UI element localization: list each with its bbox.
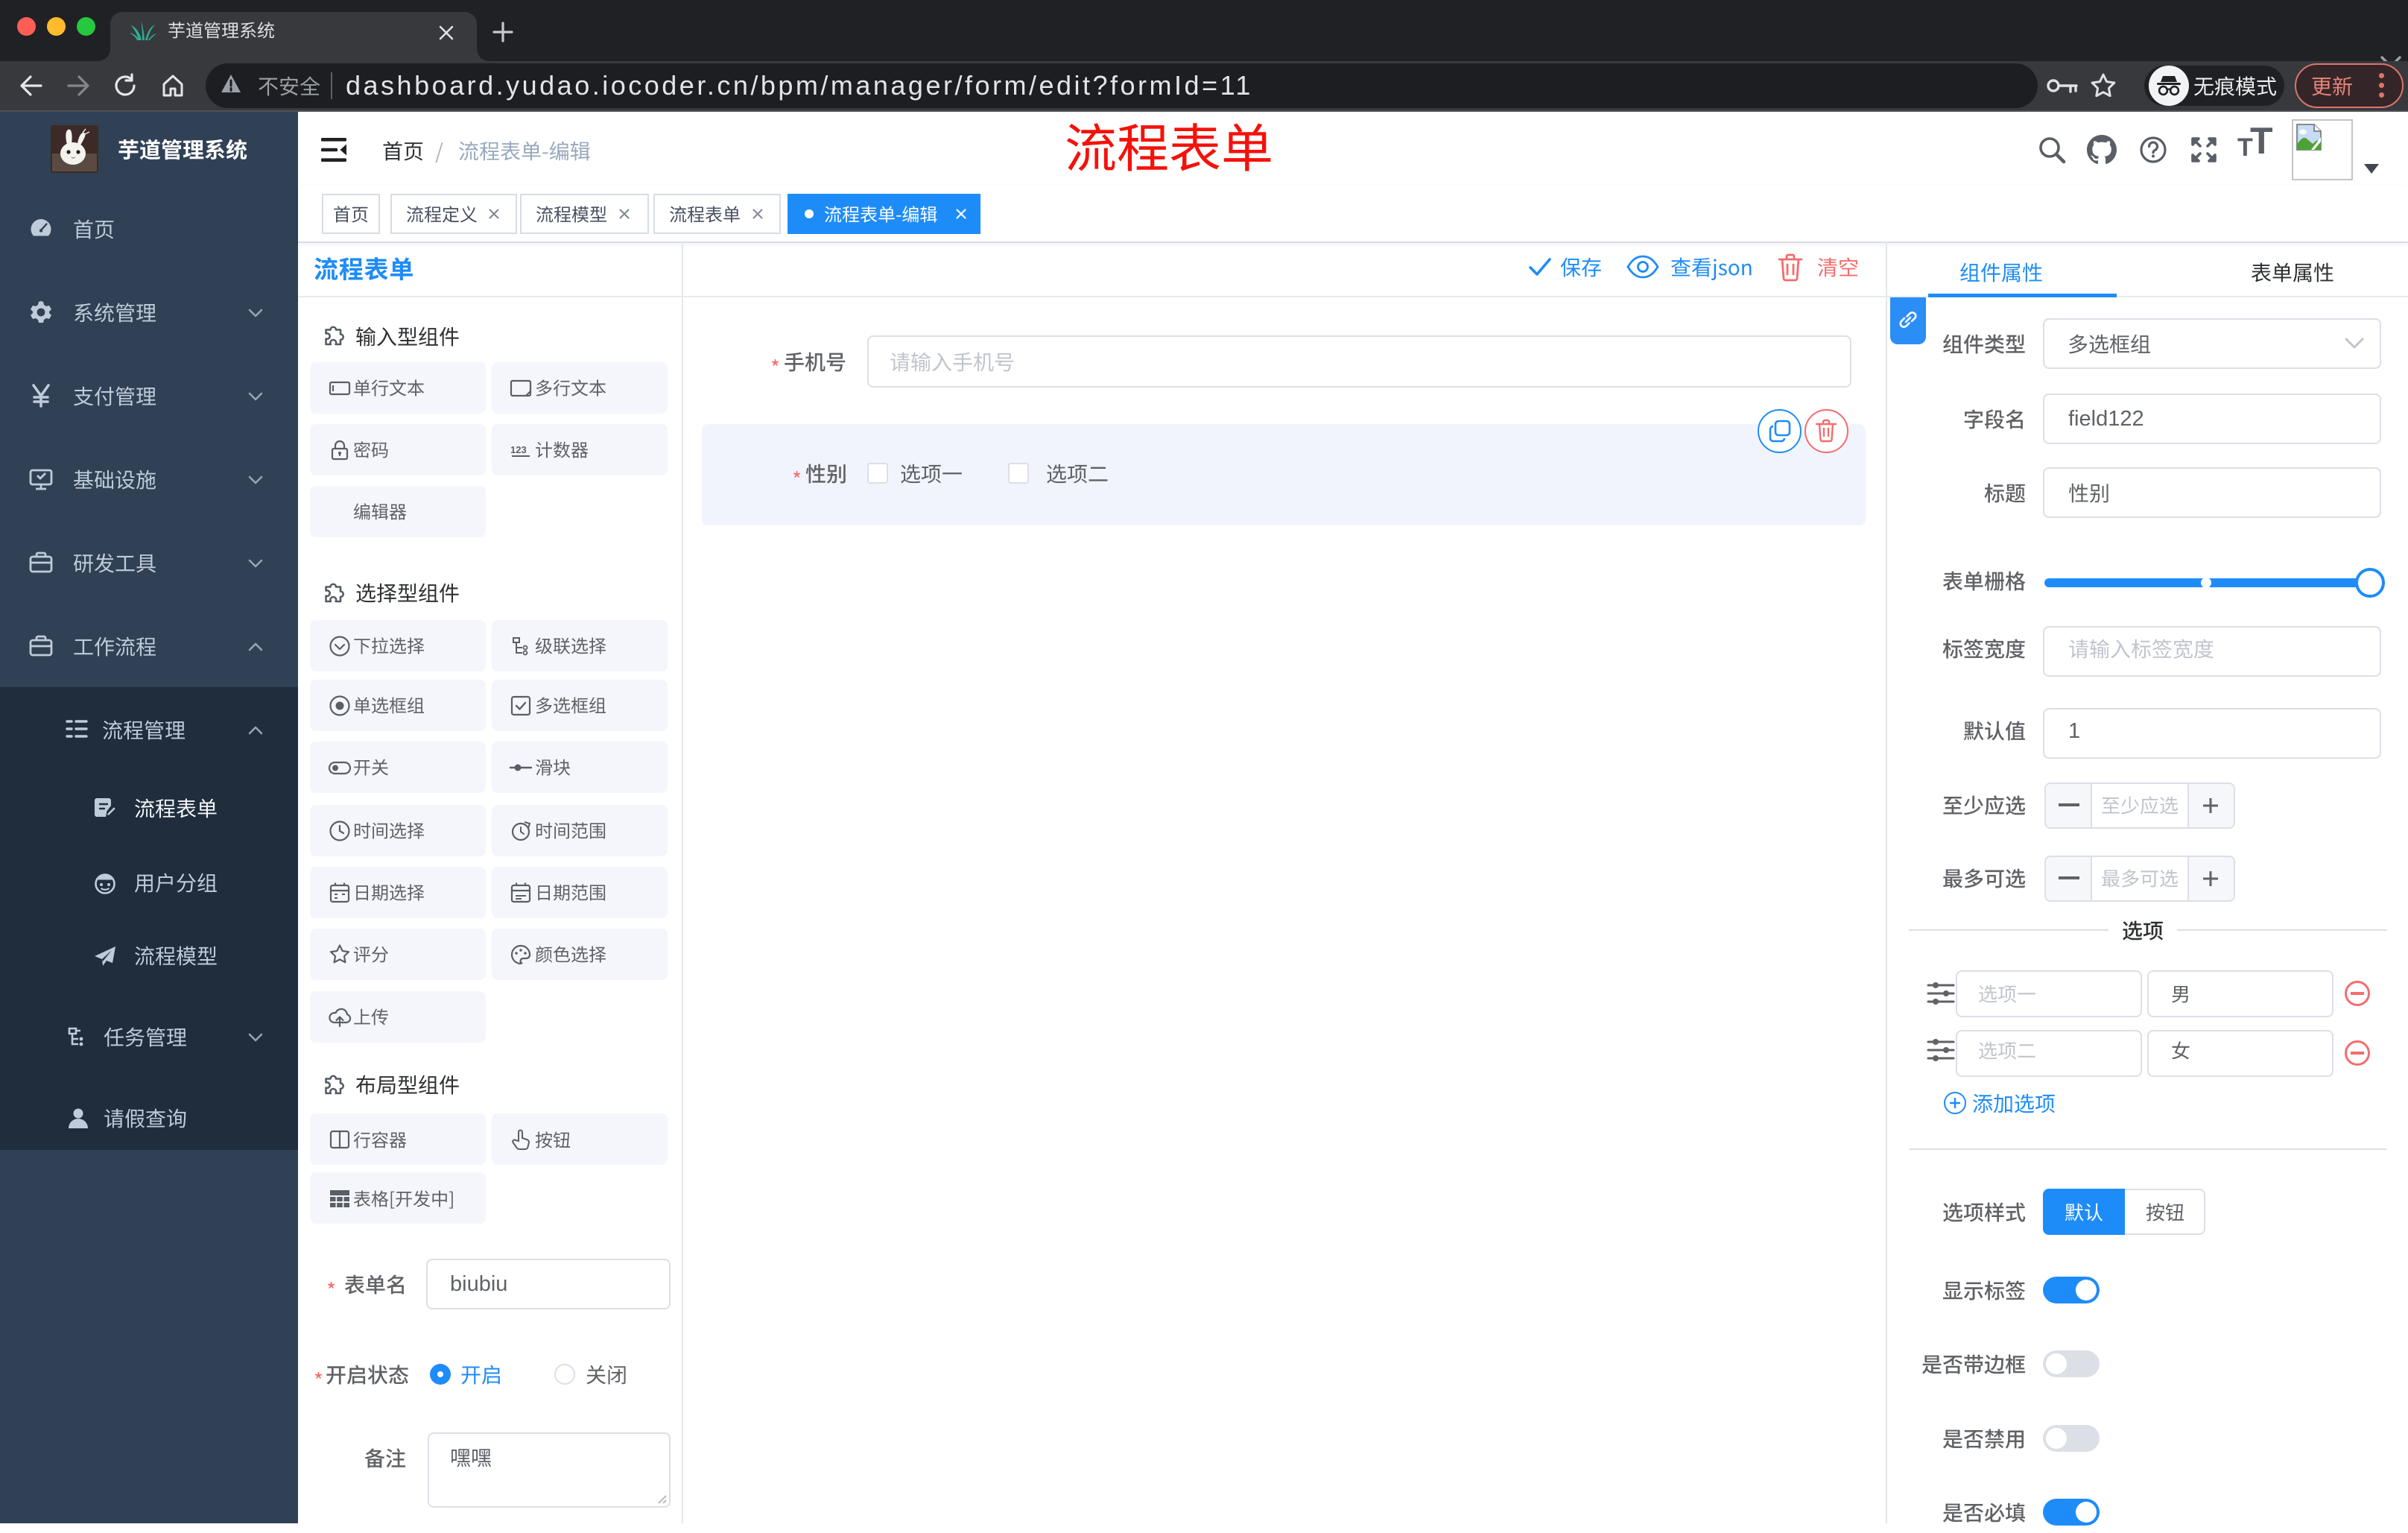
svg-text:123: 123 bbox=[510, 444, 527, 455]
